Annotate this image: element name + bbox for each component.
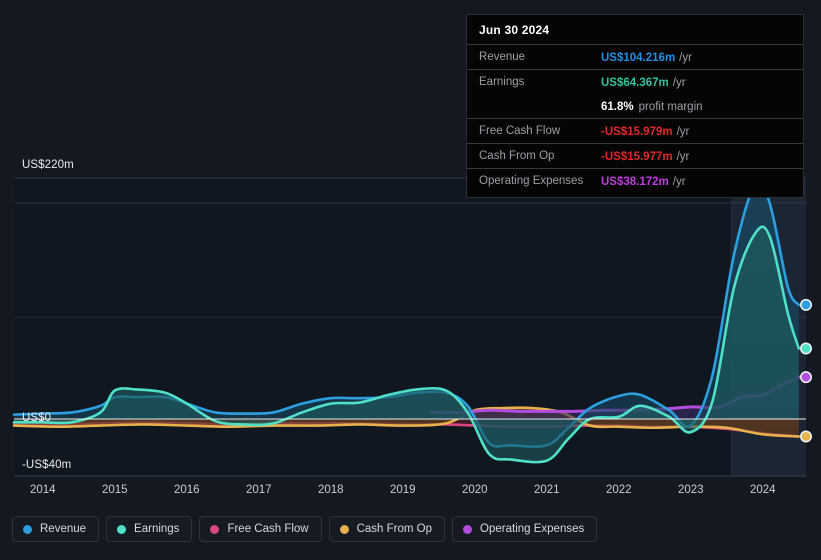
endpoint-marker-earnings (799, 342, 812, 355)
legend-item-label: Cash From Op (356, 523, 433, 535)
legend-item-operating-expenses[interactable]: Operating Expenses (452, 516, 598, 542)
legend-color-dot-icon (117, 524, 127, 534)
legend-color-dot-icon (463, 524, 473, 534)
endpoint-marker-cash-from-op (799, 430, 812, 443)
tooltip-row-value: 61.8% (601, 101, 634, 113)
tooltip-row-unit: /yr (672, 77, 686, 89)
tooltip-row: 61.8% profit margin (467, 94, 803, 118)
legend-item-label: Operating Expenses (480, 523, 585, 535)
legend-item-label: Free Cash Flow (227, 523, 309, 535)
tooltip-row: Free Cash Flow -US$15.979m/yr (467, 118, 803, 143)
x-axis-tick-2017: 2017 (246, 484, 272, 496)
chart-tooltip: Jun 30 2024 Revenue US$104.216m/yr Earning… (466, 14, 804, 198)
x-axis-tick-2024: 2024 (750, 484, 776, 496)
x-axis-tick-2018: 2018 (318, 484, 344, 496)
tooltip-row-value: US$64.367m (601, 77, 669, 89)
tooltip-row-unit: /yr (676, 151, 690, 163)
x-axis-tick-2023: 2023 (678, 484, 704, 496)
tooltip-row-label: Cash From Op (479, 150, 555, 162)
legend-item-label: Earnings (134, 523, 180, 535)
y-axis-label-max: US$220m (22, 159, 74, 171)
tooltip-date: Jun 30 2024 (479, 23, 550, 37)
tooltip-row-value: US$38.172m (601, 176, 669, 188)
tooltip-row-value: -US$15.979m (601, 126, 673, 138)
legend-color-dot-icon (210, 524, 220, 534)
x-axis-tick-2014: 2014 (30, 484, 56, 496)
tooltip-row: Operating Expenses US$38.172m/yr (467, 168, 803, 193)
legend-item-free-cash-flow[interactable]: Free Cash Flow (199, 516, 322, 542)
tooltip-row-subtext: profit margin (638, 101, 703, 113)
tooltip-row-value: -US$15.977m (601, 151, 673, 163)
tooltip-row: Revenue US$104.216m/yr (467, 44, 803, 69)
tooltip-row-label: Revenue (479, 51, 526, 63)
tooltip-rows: Revenue US$104.216m/yr Earnings US$64.367m /… (467, 44, 803, 193)
x-axis-tick-2015: 2015 (102, 484, 128, 496)
x-axis-tick-2020: 2020 (462, 484, 488, 496)
financial-chart: US$220m US$0 -US$40m 2014 2015 2016 2017 201… (0, 0, 821, 560)
legend-item-cash-from-op[interactable]: Cash From Op (328, 516, 446, 542)
tooltip-row-label: Earnings (479, 76, 525, 88)
tooltip-row-value: US$104.216m (601, 52, 676, 64)
legend-color-dot-icon (339, 524, 349, 534)
endpoint-marker-operating-expenses (799, 371, 812, 384)
tooltip-row-unit: /yr (679, 52, 692, 64)
tooltip-row-label: Free Cash Flow (479, 125, 561, 137)
tooltip-row-unit: /yr (676, 126, 690, 138)
legend-item-label: Revenue (40, 523, 87, 535)
tooltip-row-unit: /yr (672, 176, 686, 188)
x-axis-tick-2016: 2016 (174, 484, 200, 496)
x-axis-tick-2022: 2022 (606, 484, 632, 496)
tooltip-row-label: Operating Expenses (479, 175, 584, 187)
x-axis-tick-2019: 2019 (390, 484, 416, 496)
tooltip-row: Earnings US$64.367m/yr (467, 69, 803, 94)
y-axis-label-min: -US$40m (22, 459, 72, 471)
legend-item-earnings[interactable]: Earnings (106, 516, 193, 542)
x-axis-tick-2021: 2021 (534, 484, 560, 496)
chart-legend: Revenue Earnings Free Cash Flow Cash From O… (12, 516, 598, 542)
legend-color-dot-icon (23, 524, 32, 534)
endpoint-marker-revenue (799, 298, 812, 311)
tooltip-row: Cash From Op -US$15.977m/yr (467, 143, 803, 168)
legend-item-revenue[interactable]: Revenue (12, 516, 100, 542)
y-axis-label-zero: US$0 (22, 412, 52, 424)
